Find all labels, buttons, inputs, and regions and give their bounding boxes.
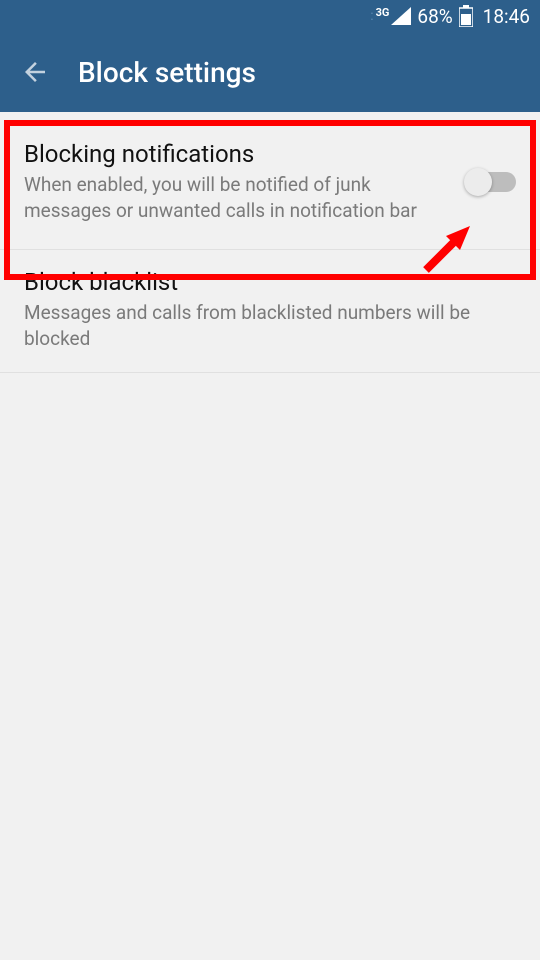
- status-dots: :: [370, 8, 371, 24]
- toggle-knob: [464, 168, 492, 196]
- network-label: 3G: [376, 6, 390, 19]
- battery-percent: 68%: [417, 5, 452, 28]
- settings-list: Blocking notifications When enabled, you…: [0, 112, 540, 373]
- setting-block-blacklist[interactable]: Block blacklist Messages and calls from …: [0, 250, 540, 372]
- setting-desc: When enabled, you will be notified of ju…: [24, 172, 450, 223]
- toggle-blocking-notifications[interactable]: [466, 172, 516, 192]
- setting-title: Block blacklist: [24, 268, 516, 296]
- setting-blocking-notifications[interactable]: Blocking notifications When enabled, you…: [0, 112, 540, 250]
- app-bar: Block settings: [0, 32, 540, 112]
- setting-desc: Messages and calls from blacklisted numb…: [24, 300, 516, 351]
- battery-icon: [459, 5, 473, 27]
- signal-icon: [391, 7, 411, 25]
- back-icon[interactable]: [20, 57, 50, 87]
- page-title: Block settings: [78, 56, 256, 89]
- status-bar: : 3G 68% 18:46: [0, 0, 540, 32]
- clock: 18:46: [483, 5, 530, 28]
- setting-title: Blocking notifications: [24, 140, 450, 168]
